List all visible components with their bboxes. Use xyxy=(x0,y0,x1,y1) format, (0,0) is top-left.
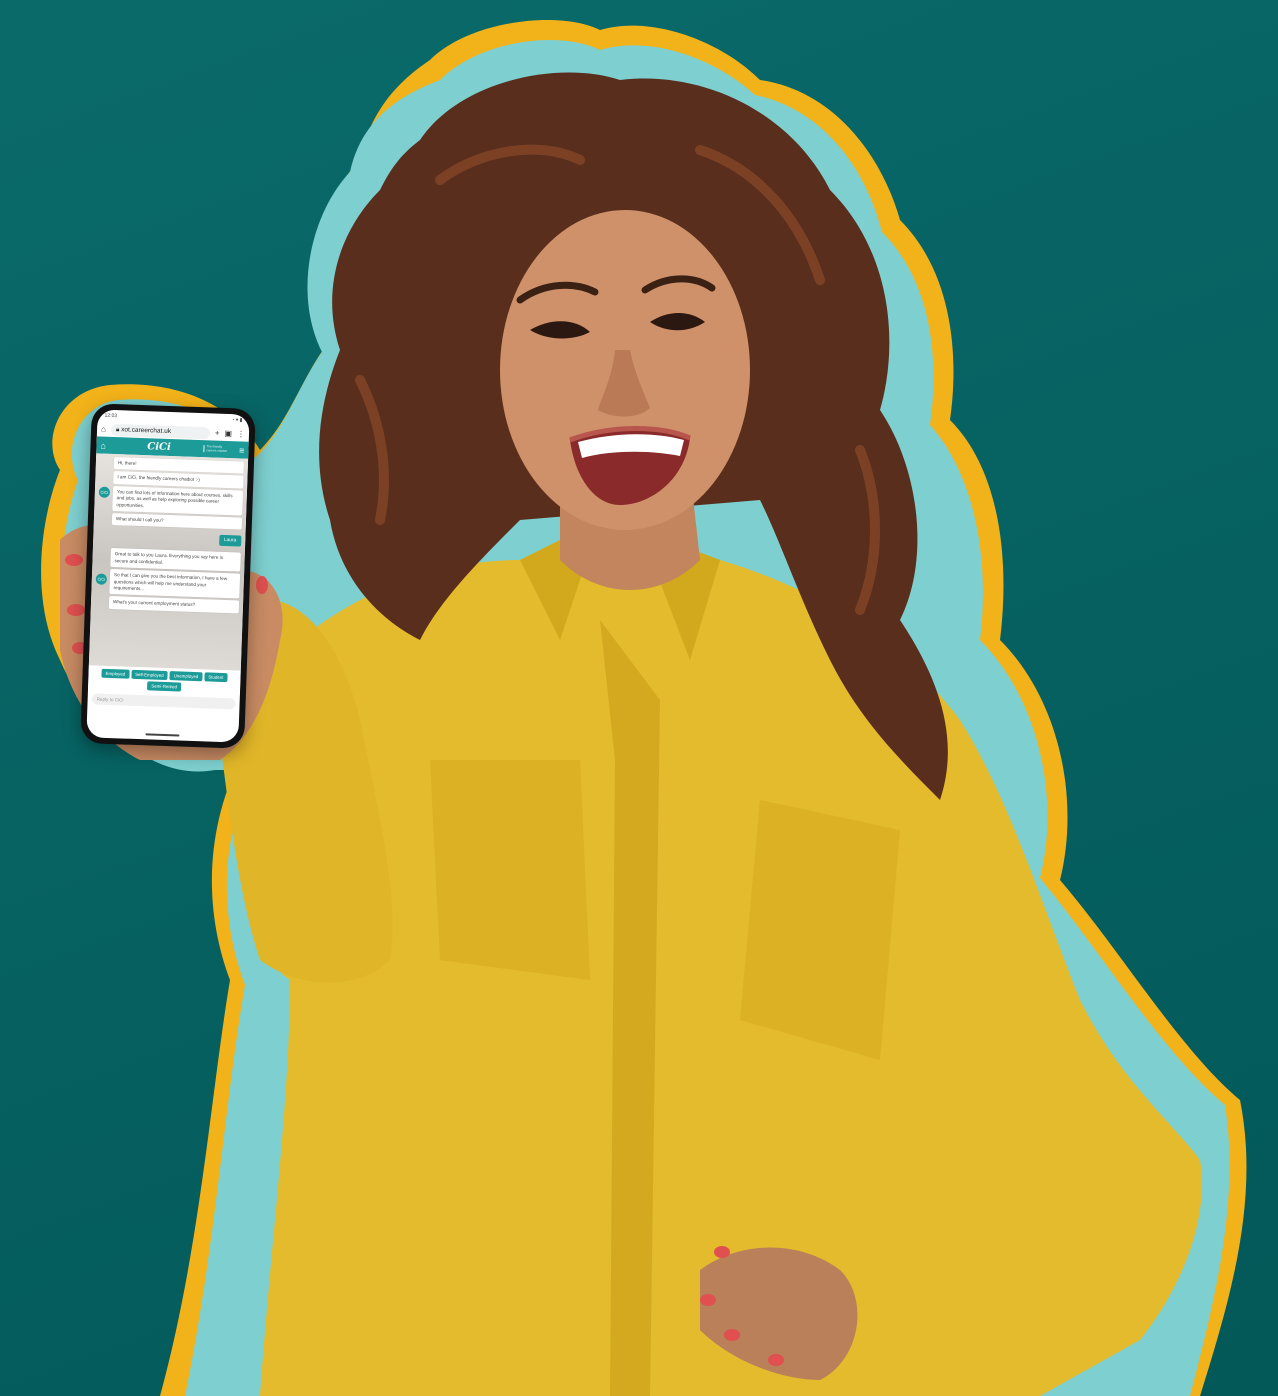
user-message: Laura xyxy=(218,535,242,547)
new-tab-icon[interactable]: + xyxy=(215,429,220,438)
url-text: xot.careerchat.uk xyxy=(121,425,172,435)
option-employed-button[interactable]: Employed xyxy=(101,668,130,679)
option-unemployed-button[interactable]: Unemployed xyxy=(169,671,203,682)
home-icon[interactable]: ⌂ xyxy=(101,425,106,434)
gesture-bar xyxy=(145,733,180,737)
chat-log[interactable]: CiCi Hi, there! I am CiCi, the friendly … xyxy=(88,453,249,671)
fingernail xyxy=(256,576,268,594)
hamburger-menu-icon[interactable]: ≡ xyxy=(232,445,245,455)
bot-message-group: CiCi Great to talk to you Laura. Everyth… xyxy=(95,548,241,615)
bot-message: What's your current employment status? xyxy=(108,596,240,614)
phone-screen: 12:03 ◔ ▾ ▮ ⌂ 🔒︎ xot.careerchat.uk + ▣ ⋮… xyxy=(86,409,250,743)
more-options-icon[interactable]: ⋮ xyxy=(237,429,245,438)
cici-avatar: CiCi xyxy=(95,573,108,586)
fingernail xyxy=(65,554,83,566)
bot-message: So that I can give you the best informat… xyxy=(109,569,241,599)
shirt-pocket-left xyxy=(430,760,590,980)
reply-input[interactable]: Reply to CiCi xyxy=(91,693,236,710)
fingernail xyxy=(768,1354,784,1366)
fingernail xyxy=(700,1294,716,1306)
cici-logo: CiCi xyxy=(147,441,171,454)
shirt-pocket-right xyxy=(740,800,900,1060)
signal-battery-icons: ◔ ▾ ▮ xyxy=(231,417,243,424)
bot-message: Great to talk to you Laura. Everything y… xyxy=(110,548,241,572)
option-semi-retired-button[interactable]: Semi-Retired xyxy=(147,681,182,692)
cici-avatar: CiCi xyxy=(98,486,111,498)
bot-message: What should I call you? xyxy=(111,513,243,530)
fingernail xyxy=(67,604,85,616)
tabs-icon[interactable]: ▣ xyxy=(224,429,232,438)
fingernail xyxy=(724,1329,740,1341)
brand-tagline: The friendly careers chatbot xyxy=(203,444,233,454)
smartphone: 12:03 ◔ ▾ ▮ ⌂ 🔒︎ xot.careerchat.uk + ▣ ⋮… xyxy=(80,403,256,749)
user-message-row: Laura xyxy=(97,531,242,547)
bot-message: You can find lots of information here ab… xyxy=(112,485,244,516)
option-student-button[interactable]: Student xyxy=(204,672,228,683)
fingernail xyxy=(714,1246,730,1258)
app-home-icon[interactable]: ⌂ xyxy=(100,440,114,450)
option-self-employed-button[interactable]: Self-Employed xyxy=(130,669,168,681)
status-time: 12:03 xyxy=(104,412,118,420)
bot-message-group: CiCi Hi, there! I am CiCi, the friendly … xyxy=(98,457,245,532)
